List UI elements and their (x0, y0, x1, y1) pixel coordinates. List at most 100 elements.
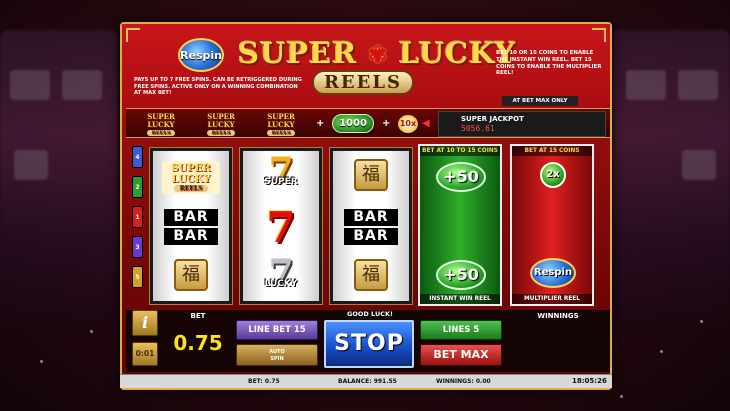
symbol-reels: REELS (174, 185, 208, 192)
multiplier-reel: BET AT 15 COINS 2x Respin MULTIPLIER REE… (510, 144, 594, 306)
bet-label: BET (190, 312, 206, 320)
logo-subtitle: REELS (311, 70, 415, 95)
coin-prize-value: 1000 (339, 118, 367, 129)
multiplier-value: 2x (546, 169, 560, 180)
line-bet-button[interactable]: LINE BET 15 (236, 320, 318, 340)
background-screen (626, 70, 666, 100)
at-bet-max-label: AT BET MAX ONLY (502, 96, 578, 106)
super-label: SUPER (264, 177, 298, 187)
sparkle (40, 360, 43, 363)
respin-badge-icon: Respin (178, 38, 224, 72)
payline-marker[interactable]: 3 (132, 236, 143, 258)
game-logo: SUPER ✾ LUCKY REELS (238, 36, 515, 106)
coin-value: +50 (443, 167, 479, 186)
mini-logo-reels: REELS (147, 130, 175, 136)
reel-3: 福 BAR BAR 福 (329, 147, 413, 305)
fu-symbol: 福 (153, 259, 229, 291)
seven-icon: 7 (266, 203, 296, 252)
bet-display: BET 0.75 (166, 310, 230, 368)
coin-prize-icon: 1000 (332, 114, 374, 133)
info-button[interactable]: i (132, 310, 158, 336)
background-screen (678, 70, 718, 100)
jackpot-paytable: SUPER LUCKY REELS SUPER LUCKY REELS SUPE… (126, 108, 610, 138)
jackpot-value: 5056.61 (461, 124, 495, 133)
bonus-reels-info: BET 10 OR 15 COINS TO ENABLE THE INSTANT… (496, 50, 602, 77)
multiplier-reel-label: MULTIPLIER REEL (512, 294, 592, 304)
background-screen (14, 150, 48, 180)
pointer-arrow-icon: ◀ (422, 118, 430, 129)
bar-label: BAR (344, 209, 398, 226)
frame-corner (592, 28, 606, 42)
coin-value: +50 (443, 265, 479, 284)
mini-logo-reels: REELS (267, 130, 295, 136)
double-bar-symbol: BAR BAR (333, 209, 409, 245)
fu-symbol: 福 (333, 259, 409, 291)
status-bar: BET: 0.75 BALANCE: 991.55 WINNINGS: 0.00… (120, 374, 612, 388)
lucky-knot-icon: ✾ (368, 42, 388, 68)
fu-icon: 福 (354, 259, 388, 291)
symbol-lucky: LUCKY (171, 174, 211, 185)
autospin-label-bottom: SPIN (270, 356, 284, 362)
jackpot-label: SUPER JACKPOT (461, 115, 524, 123)
bet-max-button[interactable]: BET MAX (420, 344, 502, 366)
sparkle (660, 350, 663, 353)
sparkle (620, 395, 623, 398)
game-frame: Respin PAYS UP TO 7 FREE SPINS. CAN BE R… (120, 22, 612, 390)
reel-2: 7 SUPER 7 7 LUCKY (239, 147, 323, 305)
status-message: GOOD LUCK! (346, 310, 393, 318)
logo-symbol-art: SUPER LUCKY REELS (162, 161, 220, 194)
fu-symbol: 福 (333, 159, 409, 191)
multiplier-value: 10x (399, 119, 417, 128)
multiplier-2x-icon: 2x (540, 162, 566, 188)
mini-logo-lucky: LUCKY (267, 120, 295, 129)
status-winnings: WINNINGS: 0.00 (436, 378, 491, 385)
stop-button[interactable]: STOP (324, 320, 414, 368)
logo-symbol: SUPER LUCKY REELS (153, 161, 229, 194)
paytable-logo-symbol: SUPER LUCKY REELS (260, 113, 302, 136)
reel-1: SUPER LUCKY REELS BAR BAR 福 (149, 147, 233, 305)
background-machine-right (612, 30, 730, 330)
logo-word-super: SUPER (238, 36, 358, 70)
lucky-seven-symbol: 7 LUCKY (243, 255, 319, 291)
status-clock: 18:05:26 (572, 377, 607, 385)
double-bar-symbol: BAR BAR (153, 209, 229, 245)
mini-logo-lucky: LUCKY (147, 120, 175, 129)
respin-label: Respin (533, 267, 573, 278)
frame-corner (126, 28, 140, 42)
mini-logo-lucky: LUCKY (207, 120, 235, 129)
background-screen (682, 150, 716, 180)
coin-plus-50-icon: +50 (436, 260, 486, 290)
control-panel: i 0:01 BET 0.75 LINE BET 15 AUTO SPIN GO… (126, 310, 610, 372)
respin-icon: Respin (530, 258, 576, 288)
payline-marker[interactable]: 1 (132, 206, 143, 228)
logo-title: SUPER ✾ LUCKY (238, 36, 515, 70)
bet-value: 0.75 (173, 331, 223, 355)
plus-sign: + (382, 118, 391, 129)
symbol-super: SUPER (171, 163, 211, 174)
background-machine-left (0, 30, 118, 330)
payline-marker[interactable]: 5 (132, 266, 143, 288)
bar-label: BAR (344, 228, 398, 245)
plus-sign: + (316, 118, 325, 129)
fu-icon: 福 (174, 259, 208, 291)
sparkle (90, 330, 93, 333)
session-timer: 0:01 (132, 342, 158, 366)
payline-markers: 4 2 1 3 5 (132, 146, 144, 296)
lines-button[interactable]: LINES 5 (420, 320, 502, 340)
lucky-label: LUCKY (264, 279, 298, 289)
winnings-label: WINNINGS (537, 312, 579, 320)
multiplier-icon: 10x (398, 115, 418, 133)
payline-marker[interactable]: 4 (132, 146, 143, 168)
coin-plus-50-icon: +50 (436, 162, 486, 192)
status-bet: BET: 0.75 (248, 378, 280, 385)
fu-icon: 福 (354, 159, 388, 191)
bar-label: BAR (164, 228, 218, 245)
super-jackpot-display: SUPER JACKPOT 5056.61 (438, 111, 606, 137)
bar-label: BAR (164, 209, 218, 226)
mini-logo-reels: REELS (207, 130, 235, 136)
payline-marker[interactable]: 2 (132, 176, 143, 198)
background-screen (10, 70, 50, 100)
paytable-logo-symbol: SUPER LUCKY REELS (200, 113, 242, 136)
autospin-button[interactable]: AUTO SPIN (236, 344, 318, 366)
instant-win-reel-label: INSTANT WIN REEL (420, 294, 500, 304)
